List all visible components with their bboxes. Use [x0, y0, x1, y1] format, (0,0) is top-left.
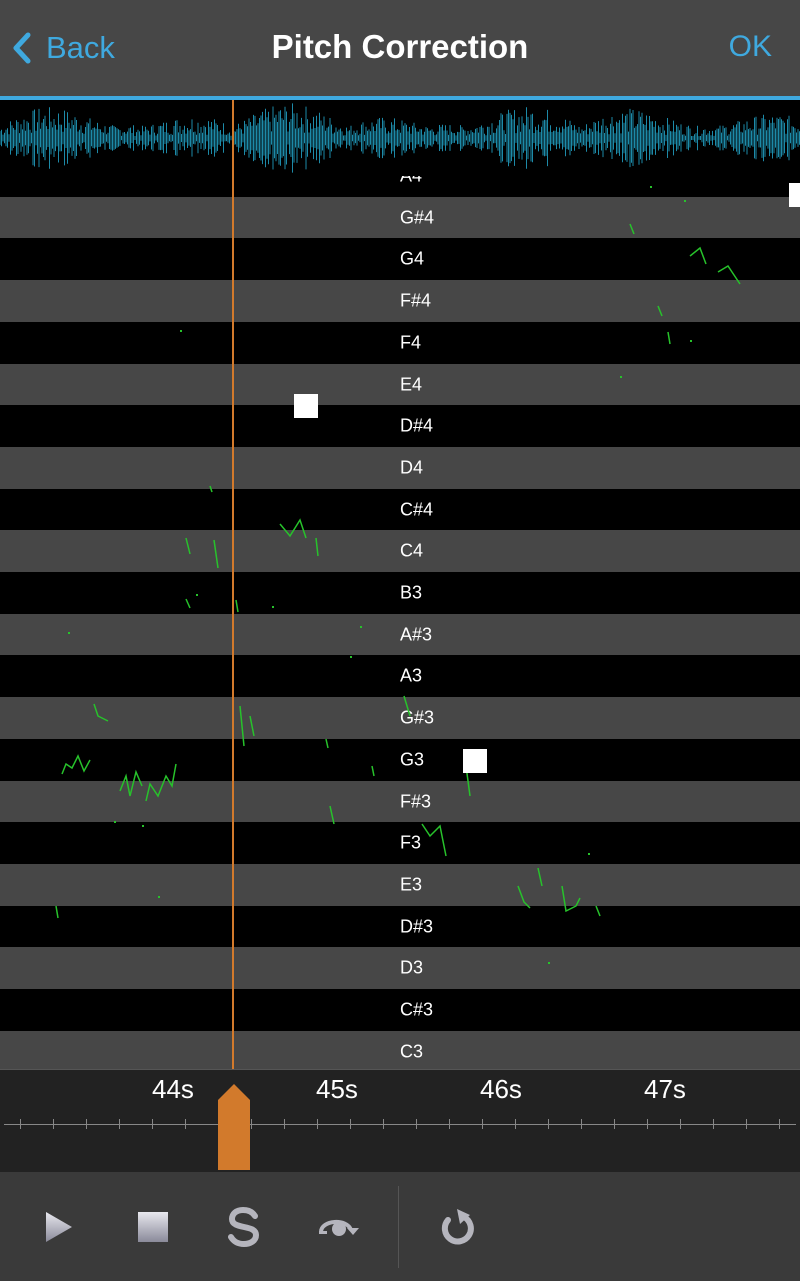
time-label: 46s: [480, 1074, 522, 1104]
pitch-segment: [315, 537, 319, 557]
pitch-segment: [325, 738, 329, 749]
timeline-tick: [317, 1119, 318, 1129]
pitch-segment: [689, 246, 707, 265]
pitch-segment: [235, 599, 239, 613]
time-label: 45s: [316, 1074, 358, 1104]
app-header: Back Pitch Correction OK: [0, 0, 800, 100]
timeline-tick: [53, 1119, 54, 1129]
loop-button[interactable]: [314, 1202, 364, 1252]
pitch-segment: [55, 905, 59, 919]
timeline-tick: [515, 1119, 516, 1129]
pitch-segment: [145, 763, 177, 802]
pitch-segment: [185, 598, 191, 609]
solo-button[interactable]: [219, 1202, 269, 1252]
pitch-handle[interactable]: [463, 749, 487, 773]
timeline-tick: [284, 1119, 285, 1129]
page-title: Pitch Correction: [271, 28, 529, 65]
timeline-tick: [20, 1119, 21, 1129]
pitch-point: [350, 656, 352, 658]
pitch-point: [650, 186, 652, 188]
pitch-point: [272, 606, 274, 608]
timeline-tick: [647, 1119, 648, 1129]
pitch-point: [588, 853, 590, 855]
pitch-segment: [657, 305, 663, 317]
pitch-point: [196, 594, 198, 596]
pitch-point: [142, 825, 144, 827]
pitch-segment: [629, 223, 635, 235]
loop-icon: [319, 1220, 359, 1236]
ok-button[interactable]: OK: [729, 30, 772, 64]
pitch-point: [114, 821, 116, 823]
timeline-ruler[interactable]: 44s 45s 46s 47s: [0, 1069, 800, 1172]
timeline-tick: [152, 1119, 153, 1129]
pitch-point: [158, 896, 160, 898]
pitch-point: [360, 626, 362, 628]
pitch-segment: [239, 705, 245, 747]
pitch-segment: [61, 754, 91, 775]
pitch-point: [690, 340, 692, 342]
playhead-marker[interactable]: [218, 1084, 250, 1170]
pitch-handle[interactable]: [789, 183, 800, 207]
pitch-segment: [561, 885, 581, 913]
pitch-point: [684, 200, 686, 202]
timeline-tick: [680, 1119, 681, 1129]
time-label: 47s: [644, 1074, 686, 1104]
pitch-segment: [279, 518, 307, 539]
pitch-segment: [209, 485, 213, 493]
toolbar-divider: [398, 1186, 399, 1268]
solo-icon: [228, 1207, 260, 1247]
timeline-tick: [416, 1119, 417, 1129]
timeline-tick: [251, 1119, 252, 1129]
play-icon: [46, 1212, 72, 1242]
timeline-tick: [86, 1119, 87, 1129]
timeline-tick: [581, 1119, 582, 1129]
pitch-segment: [249, 715, 255, 737]
pitch-trace: [55, 186, 741, 964]
pitch-point: [68, 632, 70, 634]
timeline-tick: [713, 1119, 714, 1129]
redo-icon: [441, 1209, 474, 1245]
pitch-segment: [421, 823, 447, 857]
pitch-segment: [517, 885, 531, 909]
waveform-path: [0, 103, 800, 173]
pitch-segment: [371, 765, 375, 777]
pitch-segment: [185, 537, 191, 555]
timeline-tick: [449, 1119, 450, 1129]
pitch-point: [180, 330, 182, 332]
pitch-segment: [667, 331, 671, 345]
stop-button[interactable]: [128, 1202, 178, 1252]
playhead-line: [232, 100, 234, 1085]
waveform-graphic: [0, 103, 800, 173]
play-button[interactable]: [34, 1202, 84, 1252]
pitch-segment: [213, 539, 219, 569]
pitch-segment: [403, 695, 411, 717]
timeline-axis: [4, 1124, 796, 1125]
timeline-tick: [185, 1119, 186, 1129]
pitch-point: [548, 962, 550, 964]
stop-icon: [138, 1212, 168, 1242]
timeline-tick: [482, 1119, 483, 1129]
timeline-tick: [119, 1119, 120, 1129]
timeline-tick: [350, 1119, 351, 1129]
pitch-segment: [537, 867, 543, 887]
timeline-tick: [779, 1119, 780, 1129]
pitch-segment: [329, 805, 335, 825]
timeline-tick: [614, 1119, 615, 1129]
waveform-overview[interactable]: [0, 100, 800, 176]
pitch-segment: [119, 769, 143, 797]
timeline-tick: [746, 1119, 747, 1129]
redo-button[interactable]: [432, 1202, 482, 1252]
pitch-segment: [595, 905, 601, 917]
timeline-tick: [548, 1119, 549, 1129]
bottom-toolbar: [0, 1172, 800, 1281]
pitch-handle[interactable]: [294, 394, 318, 418]
pitch-segment: [717, 264, 741, 285]
pitch-point: [620, 376, 622, 378]
pitch-segment: [93, 703, 109, 722]
timeline-tick: [383, 1119, 384, 1129]
time-label: 44s: [152, 1074, 194, 1104]
